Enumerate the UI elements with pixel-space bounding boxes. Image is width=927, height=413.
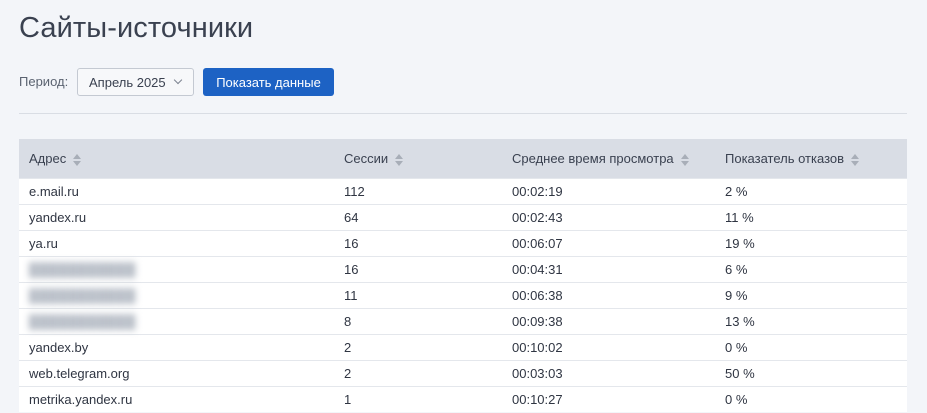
address-cell: web.telegram.org (19, 360, 334, 387)
period-label: Период: (19, 74, 69, 89)
sessions-cell: 8 (334, 308, 502, 335)
table-row: web.telegram.org 2 00:03:03 50 % (19, 360, 907, 387)
table-row: e.mail.ru 112 00:02:19 2 % (19, 178, 907, 205)
sessions-cell: 1 (334, 386, 502, 412)
table-row: yandex.by 2 00:10:02 0 % (19, 334, 907, 361)
sessions-cell: 16 (334, 256, 502, 283)
bounce-rate-cell: 19 % (715, 230, 907, 257)
column-header-avg-time[interactable]: Среднее время просмотра (502, 139, 715, 179)
period-select[interactable]: Апрель 2025 (77, 68, 194, 96)
table-row: ya.ru 16 00:06:07 19 % (19, 230, 907, 257)
sort-arrows-icon[interactable] (73, 153, 82, 166)
period-value: Апрель 2025 (89, 74, 166, 90)
column-header-address[interactable]: Адрес (19, 139, 334, 179)
avg-time-cell: 00:02:19 (502, 178, 715, 205)
table-header-row: Адрес Сессии Среднее время просмотра Пок… (19, 139, 907, 179)
sessions-cell: 11 (334, 282, 502, 309)
redacted-address: ███████████ (29, 314, 136, 329)
table-row: ███████████ 16 00:04:31 6 % (19, 256, 907, 283)
table-row: ███████████ 8 00:09:38 13 % (19, 308, 907, 335)
address-cell: ███████████ (19, 308, 334, 335)
chevron-down-icon (173, 75, 183, 85)
redacted-address: ███████████ (29, 288, 136, 303)
bounce-rate-cell: 9 % (715, 282, 907, 309)
avg-time-cell: 00:10:27 (502, 386, 715, 412)
column-header-label: Сессии (344, 151, 389, 166)
sort-arrows-icon[interactable] (851, 153, 860, 166)
sessions-cell: 2 (334, 360, 502, 387)
avg-time-cell: 00:02:43 (502, 204, 715, 231)
avg-time-cell: 00:06:38 (502, 282, 715, 309)
column-header-bounce-rate[interactable]: Показатель отказов (715, 139, 907, 179)
sort-arrows-icon[interactable] (680, 153, 690, 166)
bounce-rate-cell: 13 % (715, 308, 907, 335)
bounce-rate-cell: 2 % (715, 178, 907, 205)
column-header-label: Среднее время просмотра (512, 151, 674, 166)
avg-time-cell: 00:09:38 (502, 308, 715, 335)
table-body: e.mail.ru 112 00:02:19 2 % yandex.ru 64 00:02:… (19, 178, 907, 412)
bounce-rate-cell: 0 % (715, 334, 907, 361)
sessions-cell: 112 (334, 178, 502, 205)
bounce-rate-cell: 0 % (715, 386, 907, 412)
sessions-cell: 64 (334, 204, 502, 231)
sessions-cell: 2 (334, 334, 502, 361)
address-cell: ███████████ (19, 256, 334, 283)
column-header-label: Показатель отказов (725, 151, 845, 166)
table-row: metrika.yandex.ru 1 00:10:27 0 % (19, 386, 907, 412)
avg-time-cell: 00:03:03 (502, 360, 715, 387)
sort-arrows-icon[interactable] (395, 153, 404, 166)
show-data-button[interactable]: Показать данные (203, 68, 334, 96)
bounce-rate-cell: 11 % (715, 204, 907, 231)
redacted-address: ███████████ (29, 262, 136, 277)
column-header-sessions[interactable]: Сессии (334, 139, 502, 179)
bounce-rate-cell: 50 % (715, 360, 907, 387)
address-cell: ya.ru (19, 230, 334, 257)
divider (19, 113, 907, 114)
address-cell: yandex.by (19, 334, 334, 361)
avg-time-cell: 00:06:07 (502, 230, 715, 257)
column-header-label: Адрес (29, 151, 67, 166)
table-row: ███████████ 11 00:06:38 9 % (19, 282, 907, 309)
sources-table: Адрес Сессии Среднее время просмотра Пок… (19, 139, 907, 412)
address-cell: e.mail.ru (19, 178, 334, 205)
address-cell: ███████████ (19, 282, 334, 309)
sessions-cell: 16 (334, 230, 502, 257)
bounce-rate-cell: 6 % (715, 256, 907, 283)
address-cell: yandex.ru (19, 204, 334, 231)
address-cell: metrika.yandex.ru (19, 386, 334, 412)
page-title: Сайты-источники (19, 12, 254, 44)
avg-time-cell: 00:10:02 (502, 334, 715, 361)
table-row: yandex.ru 64 00:02:43 11 % (19, 204, 907, 231)
avg-time-cell: 00:04:31 (502, 256, 715, 283)
